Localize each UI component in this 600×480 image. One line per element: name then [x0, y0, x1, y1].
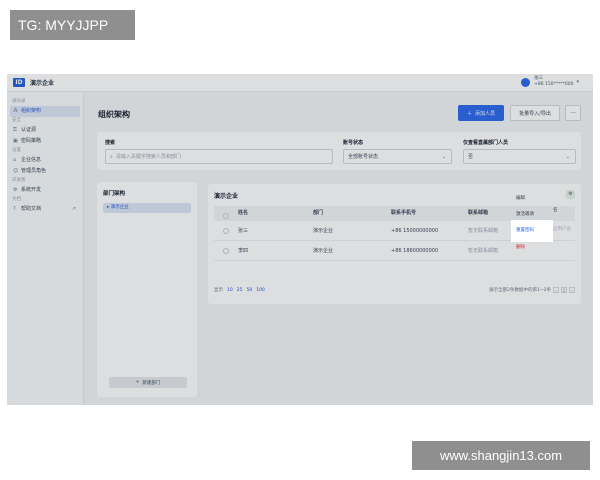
sidebar-group-label: 安全	[12, 118, 21, 123]
sidebar-item-label: 密码策略	[21, 138, 42, 144]
cell-phone: +86 18600000000	[391, 248, 439, 254]
key-icon: ⚿	[13, 127, 17, 133]
table-title: 演示企业	[214, 193, 239, 200]
search-placeholder: 请输入关键字搜索人员和部门	[115, 154, 181, 160]
cell-email: 暂无联系邮箱	[468, 228, 499, 234]
sidebar-item-label: 组织架构	[21, 108, 42, 114]
sidebar-item-label: 认证源	[21, 127, 37, 133]
user-icon: ☺	[13, 168, 19, 174]
sidebar: 通讯录 ⁂ 组织架构 安全 ⚿ 认证源 ▣ 密码策略 设置 ⌂ 企业信息 ☺ 管…	[7, 92, 84, 405]
code-icon: ⚙	[13, 187, 18, 193]
page-size-option[interactable]: 50	[246, 288, 252, 293]
cell-name: 张三	[238, 228, 249, 234]
more-button[interactable]: ···	[565, 105, 581, 121]
menu-item-delete[interactable]: 删除	[516, 244, 525, 250]
page-title: 组织架构	[98, 110, 130, 119]
status-label: 账号状态	[343, 140, 364, 146]
watermark-top: TG: MYYJJPP	[10, 10, 135, 40]
sidebar-item-org[interactable]: ⁂ 组织架构	[10, 106, 80, 117]
help-icon: ?	[13, 206, 16, 212]
sidebar-item-admin-roles[interactable]: ☺ 管理员角色	[7, 166, 80, 177]
dept-tree-item-root[interactable]: ▸ 演示企业	[103, 203, 191, 213]
sidebar-item-label: 系统开发	[21, 187, 42, 193]
sidebar-item-label: 企业信息	[21, 157, 42, 163]
pagination: 展示全部2条数据中的第1~2条 ‹ 1 ›	[489, 287, 575, 293]
sidebar-item-company-info[interactable]: ⌂ 企业信息	[7, 155, 80, 166]
chevron-down-icon: ⌄	[565, 153, 570, 160]
chevron-down-icon: ⌄	[441, 153, 446, 160]
external-link-icon: ↗	[71, 206, 76, 212]
cell-name: 李四	[238, 248, 249, 254]
dept-tree-title: 部门架构	[103, 191, 126, 197]
pagination-summary: 展示全部2条数据中的第1~2条	[489, 288, 551, 293]
sidebar-group-label: 通讯录	[12, 99, 26, 104]
column-header: 姓名	[238, 210, 249, 216]
avatar	[521, 77, 531, 87]
dept-item-label: 演示企业	[110, 205, 129, 210]
new-dept-button[interactable]: + 新建部门	[109, 377, 187, 388]
user-menu[interactable]: 张三 +86 150*****000 ▾	[521, 76, 579, 88]
add-member-label: 添加人员	[475, 110, 496, 117]
add-member-button[interactable]: ＋ 添加人员	[458, 105, 504, 121]
watermark-bottom: www.shangjin13.com	[412, 441, 590, 470]
settings-icon[interactable]: ⚙	[566, 190, 575, 199]
row-checkbox[interactable]	[223, 228, 229, 234]
sidebar-item-label: 管理员角色	[21, 168, 47, 174]
sidebar-group-label: 文档	[12, 197, 21, 202]
chevron-left-icon[interactable]: ‹	[553, 287, 559, 293]
chevron-right-icon[interactable]: ›	[569, 287, 575, 293]
column-header: 联系手机号	[391, 210, 417, 216]
user-phone: +86 150*****000	[534, 82, 574, 87]
direct-select[interactable]: 否 ⌄	[463, 149, 576, 164]
page-size-selector: 显示 10 25 50 100	[214, 287, 269, 294]
logo[interactable]: ID	[13, 78, 25, 87]
page-size-label: 显示	[214, 288, 223, 293]
status-value: 全部账号状态	[348, 154, 379, 160]
current-page[interactable]: 1	[561, 287, 567, 293]
cell-dept: 演示企业	[313, 228, 334, 234]
sidebar-item-system-dev[interactable]: ⚙ 系统开发	[7, 185, 80, 196]
column-header-fragment: 名	[553, 208, 558, 213]
chevron-down-icon: ▾	[576, 79, 579, 85]
cell-dept: 演示企业	[313, 248, 334, 254]
search-icon: ⌕	[110, 153, 113, 160]
cell-phone: +86 15000000000	[391, 228, 439, 234]
new-dept-label: 新建部门	[142, 380, 161, 386]
dept-tree-card: 部门架构 ▸ 演示企业 + 新建部门	[97, 182, 197, 397]
column-header: 联系邮箱	[468, 210, 489, 216]
page-size-option[interactable]: 25	[237, 288, 243, 293]
row-checkbox[interactable]	[223, 248, 229, 254]
cell-email: 暂无联系邮箱	[468, 248, 499, 254]
sidebar-group-label: 开发者	[12, 178, 26, 183]
direct-label: 仅查看直属部门人员	[463, 140, 509, 146]
app-window: ID 演示企业 张三 +86 150*****000 ▾ 通讯录 ⁂ 组织架构 …	[7, 74, 593, 405]
menu-item-reset-password[interactable]: 重置密码	[516, 227, 534, 233]
sidebar-item-label: 帮助文档	[21, 206, 42, 212]
direct-value: 否	[468, 154, 474, 160]
search-input[interactable]: ⌕ 请输入关键字搜索人员和部门	[105, 149, 333, 164]
sidebar-item-help-docs[interactable]: ? 帮助文档 ↗	[7, 204, 80, 215]
plus-icon: +	[135, 380, 140, 385]
batch-import-export-button[interactable]: 批量导入/导出	[510, 105, 560, 121]
user-info: 张三 +86 150*****000	[534, 76, 573, 88]
filter-card: 搜索 ⌕ 请输入关键字搜索人员和部门 账号状态 全部账号状态 ⌄ 仅查看直属部门…	[97, 132, 581, 170]
search-label: 搜索	[105, 140, 116, 146]
select-all-checkbox[interactable]	[223, 213, 229, 219]
sidebar-item-auth-source[interactable]: ⚿ 认证源	[7, 125, 80, 136]
page-size-option[interactable]: 100	[256, 288, 265, 293]
status-select[interactable]: 全部账号状态 ⌄	[343, 149, 452, 164]
menu-item-edit[interactable]: 编辑	[516, 195, 525, 201]
app-name: 演示企业	[30, 80, 55, 87]
cell-fragment: 启用户名	[553, 227, 571, 232]
org-icon: ⁂	[13, 108, 18, 114]
building-icon: ⌂	[13, 157, 17, 163]
plus-icon: ＋	[466, 110, 472, 117]
top-bar: ID 演示企业 张三 +86 150*****000 ▾	[7, 74, 593, 92]
column-header: 部门	[313, 210, 324, 216]
menu-item-activate-invite[interactable]: 激活邀请	[516, 211, 534, 217]
sidebar-item-password-policy[interactable]: ▣ 密码策略	[7, 136, 80, 147]
sidebar-group-label: 设置	[12, 148, 21, 153]
lock-icon: ▣	[13, 138, 18, 144]
page-size-option[interactable]: 10	[227, 288, 233, 293]
